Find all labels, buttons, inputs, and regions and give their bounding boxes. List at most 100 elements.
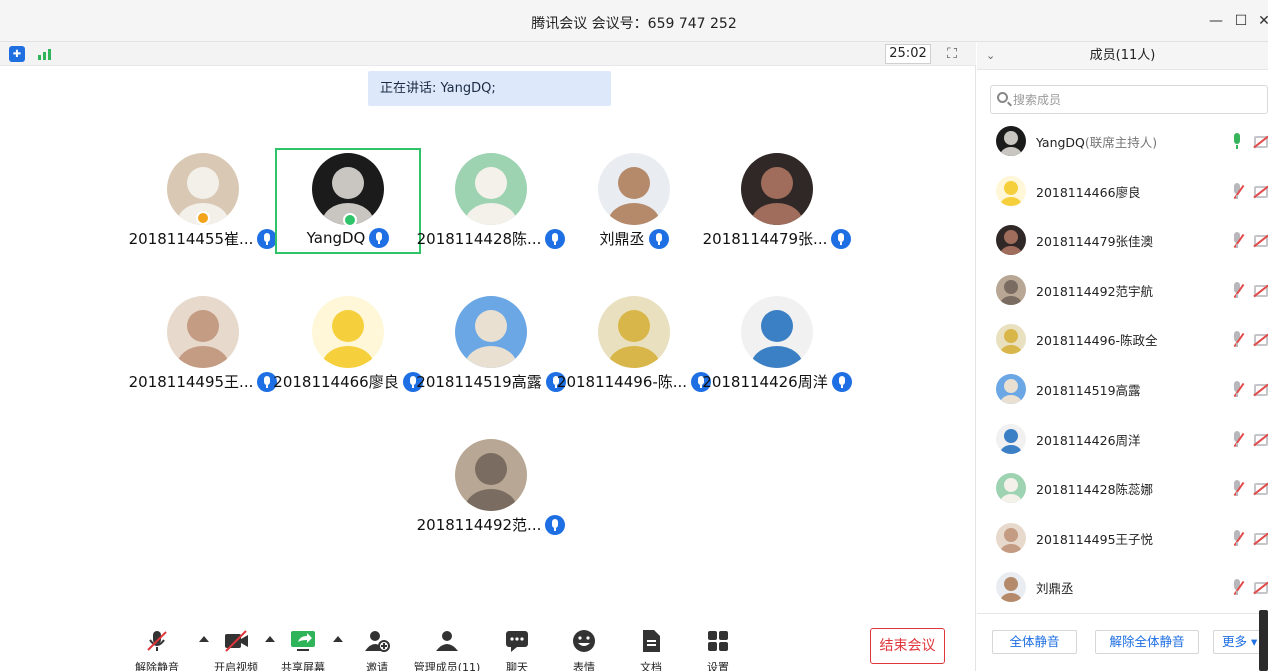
mute-all-button[interactable]: 全体静音 [992,630,1077,654]
video-off-icon[interactable] [1253,284,1268,298]
participant-tile[interactable]: 2018114455崔... [128,148,278,254]
members-panel-title: 成员(11人) [1089,48,1156,63]
member-row[interactable]: 2018114426周洋 [977,415,1268,463]
document-icon [638,629,664,653]
participant-name: 2018114455崔... [128,230,254,248]
avatar [996,175,1026,206]
video-off-icon[interactable] [1253,185,1268,198]
mic-icon[interactable] [369,228,390,248]
video-off-icon[interactable] [1253,433,1268,446]
participant-name-row: 2018114496-陈... [557,371,712,392]
avatar [996,324,1026,355]
avatar [455,296,527,368]
participant-name-row: 2018114426周洋 [702,371,852,392]
participant-name: 2018114496-陈... [556,373,688,391]
participant-tile[interactable]: 2018114495王... [129,291,278,397]
member-row[interactable]: 2018114466廖良 [977,167,1268,215]
member-row[interactable]: 2018114492范宇航 [977,266,1268,314]
participant-tile[interactable]: 2018114428陈... [416,148,566,254]
toolbar-button-chat[interactable]: 聊天 [482,625,552,671]
toolbar-button-mic-muted[interactable]: 解除静音 [122,625,192,671]
participant-tile[interactable]: 2018114426周洋 [702,291,852,397]
settings-icon [705,629,731,653]
video-options-caret[interactable] [265,636,275,642]
mic-muted-icon[interactable] [1230,232,1245,250]
participant-name: 2018114519高露 [416,373,542,391]
speaking-indicator: 正在讲话: YangDQ; [368,71,611,106]
avatar [996,274,1026,305]
share-options-caret[interactable] [333,636,343,642]
avatar [598,153,670,225]
fullscreen-icon[interactable]: ⛶ [944,46,960,62]
member-row[interactable]: 2018114428陈蕊娜 [977,464,1268,512]
close-icon[interactable]: ✕ [1251,8,1268,34]
member-row[interactable]: 2018114479张佳澳 [977,216,1268,264]
participant-tile[interactable]: 2018114519高露 [416,291,566,397]
mic-muted-icon[interactable] [1230,331,1245,349]
mic-icon[interactable] [831,228,852,249]
member-row[interactable]: YangDQ(联席主持人) [977,117,1268,165]
mic-muted-icon[interactable] [1230,480,1245,498]
participant-tile[interactable]: 2018114466廖良 [273,291,423,397]
member-name: 2018114519高露 [1036,383,1141,398]
video-off-icon[interactable] [1253,234,1268,248]
member-row[interactable]: 2018114519高露 [977,365,1268,413]
video-off-icon[interactable] [1253,582,1268,595]
toolbar-button-document[interactable]: 文档 [616,625,686,671]
toolbar-button-members[interactable]: 管理成员(11) [412,625,482,671]
mic-icon[interactable] [545,514,566,535]
toolbar-button-settings[interactable]: 设置 [683,625,753,671]
mic-icon[interactable] [648,228,669,249]
member-row[interactable]: 刘鼎丞 [977,563,1268,611]
mic-icon[interactable] [831,371,852,392]
avatar [741,296,813,368]
participant-name-row: 2018114466廖良 [273,371,423,392]
mic-muted-icon[interactable] [1230,381,1245,399]
avatar [996,572,1026,603]
mic-muted-icon[interactable] [1230,529,1245,548]
video-off-icon[interactable] [1253,135,1268,149]
toolbar-button-label: 聊天 [506,661,528,671]
mic-icon[interactable] [1230,133,1244,151]
participant-tile[interactable]: 刘鼎丞 [561,148,707,254]
participant-tile[interactable]: 2018114496-陈... [557,291,712,397]
toolbar-button-share-screen[interactable]: 共享屏幕 [268,625,338,671]
toolbar-button-label: 文档 [640,661,662,671]
collapse-icon[interactable]: ⌄ [986,42,995,70]
participant-name: 2018114479张... [702,230,828,248]
signal-icon[interactable] [37,46,53,62]
mic-muted-icon[interactable] [1230,182,1245,201]
member-row[interactable]: 2018114496-陈政全 [977,315,1268,363]
unmute-all-button[interactable]: 解除全体静音 [1095,630,1199,654]
member-search[interactable] [990,85,1268,114]
end-meeting-button[interactable]: 结束会议 [870,628,945,664]
participant-name-row: 2018114455崔... [128,228,278,249]
members-panel-footer: 全体静音 解除全体静音 更多 ▾ [977,613,1268,671]
toolbar-button-invite[interactable]: 邀请 [342,625,412,671]
video-off-icon[interactable] [1253,532,1268,546]
toolbar-button-video-off[interactable]: 开启视频 [201,625,271,671]
minimize-icon[interactable]: — [1203,8,1229,34]
mic-muted-icon[interactable] [1230,579,1245,597]
video-off-icon[interactable] [1253,334,1268,347]
member-row[interactable]: 2018114495王子悦 [977,514,1268,562]
toolbar-button-emoji[interactable]: 表情 [549,625,619,671]
mic-muted-icon[interactable] [1230,430,1245,449]
shield-icon[interactable]: ✚ [9,46,25,62]
mic-muted-icon[interactable] [1230,281,1245,300]
avatar [455,153,527,225]
participant-name-row: 2018114428陈... [416,228,566,249]
video-off-icon[interactable] [1253,383,1268,397]
video-off-icon [223,629,249,653]
audio-options-caret[interactable] [199,636,209,642]
participant-name: 2018114428陈... [416,230,542,248]
avatar [996,423,1026,454]
participant-tile[interactable]: 2018114492范... [417,434,566,540]
participant-tile[interactable]: YangDQ [275,148,421,254]
video-off-icon[interactable] [1253,482,1268,496]
participant-tile[interactable]: 2018114479张... [702,148,852,254]
member-name: 2018114492范宇航 [1036,283,1154,299]
member-search-input[interactable] [1013,89,1253,110]
meeting-timer: 25:02 [885,44,931,64]
avatar [312,296,384,368]
